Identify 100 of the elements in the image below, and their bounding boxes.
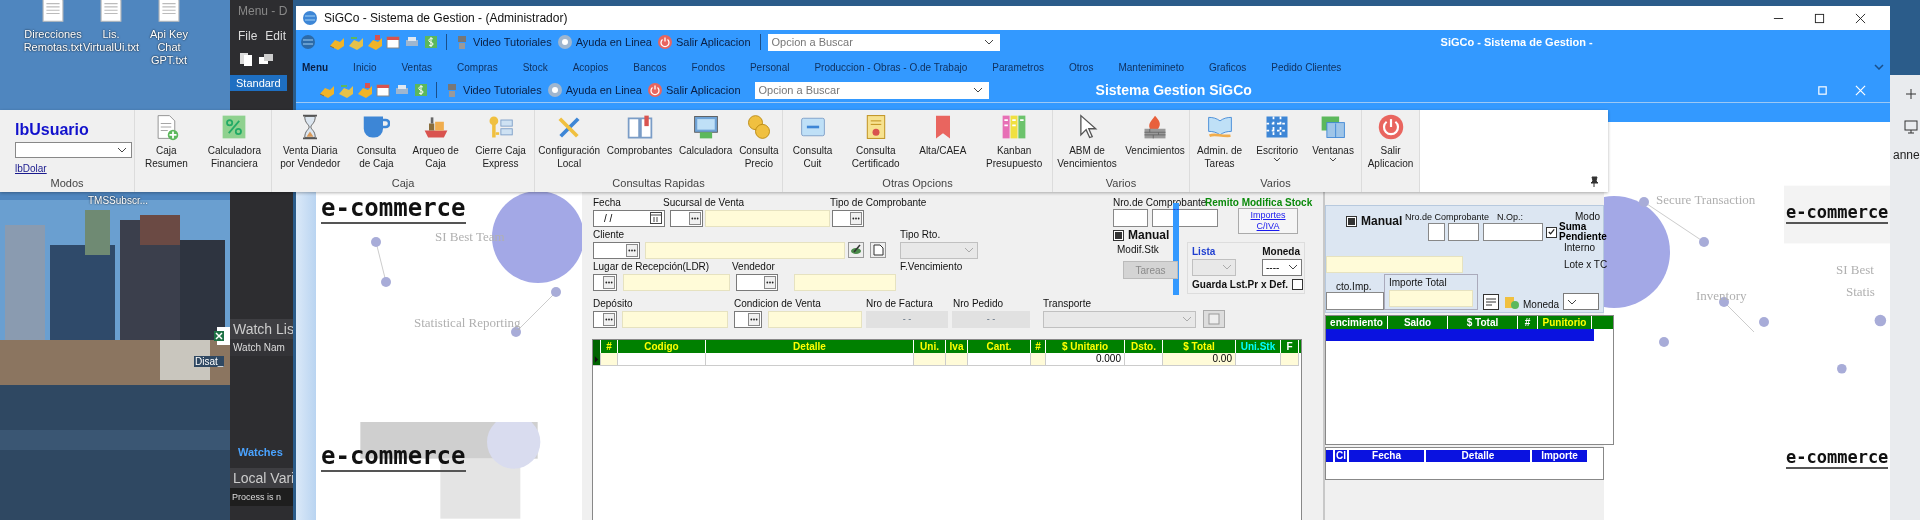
- ribbon-button[interactable]: Escritorio: [1255, 113, 1299, 170]
- panel-tab[interactable]: Watches: [230, 442, 293, 462]
- checkbox[interactable]: [1346, 215, 1357, 227]
- text-field[interactable]: [1152, 209, 1218, 227]
- ribbon-button[interactable]: Consulta Certificado: [850, 113, 901, 170]
- help-link[interactable]: Ayuda en Linea: [575, 36, 652, 48]
- exit-link[interactable]: Salir Aplicacion: [675, 36, 751, 48]
- menu-item[interactable]: File: [238, 29, 258, 43]
- ribbon-button[interactable]: Comprobantes: [605, 113, 674, 170]
- ribbon-button[interactable]: Venta Diaria por Vendedor: [279, 113, 342, 170]
- text-file-icon[interactable]: [42, 0, 64, 22]
- edit-icon[interactable]: [1203, 310, 1225, 328]
- menu-tab[interactable]: Pedido Clientes: [1271, 61, 1342, 73]
- menu-tab[interactable]: Produccion - Obras - O.de Trabajo: [814, 61, 968, 73]
- power-icon[interactable]: [656, 34, 673, 50]
- row-indicator[interactable]: [593, 353, 601, 366]
- menu-tab[interactable]: Graficos: [1209, 61, 1247, 73]
- help-icon[interactable]: [556, 34, 573, 50]
- browse-button[interactable]: [689, 211, 701, 225]
- lookup-field[interactable]: [670, 209, 703, 227]
- toolbar-tab[interactable]: Standard: [230, 75, 287, 91]
- lookup-field[interactable]: [593, 241, 640, 259]
- browse-button[interactable]: [764, 275, 776, 289]
- menu-tab[interactable]: Stock: [522, 61, 548, 73]
- text-field[interactable]: [1448, 223, 1479, 241]
- menu-tab[interactable]: Bancos: [633, 61, 667, 73]
- ribbon-button[interactable]: Caja Resumen: [143, 113, 189, 170]
- coins-icon[interactable]: [1504, 294, 1520, 310]
- text-field[interactable]: [1428, 223, 1445, 241]
- checkbox[interactable]: [1113, 229, 1124, 241]
- menu-tab[interactable]: Acopios: [572, 61, 609, 73]
- lookup-field[interactable]: [593, 273, 617, 291]
- ribbon-button[interactable]: Configuración Local: [537, 113, 602, 170]
- menu-tab[interactable]: Compras: [457, 61, 498, 73]
- ribbon-button[interactable]: Consulta Cuit: [791, 113, 834, 170]
- ribbon-button[interactable]: Vencimientos: [1124, 113, 1186, 170]
- calendar-icon[interactable]: [650, 212, 662, 224]
- ribbon-button[interactable]: Calculadora: [678, 113, 734, 170]
- maximize-icon[interactable]: [1814, 12, 1825, 24]
- dropdown-field[interactable]: [1563, 293, 1600, 310]
- checkbox[interactable]: [1292, 278, 1304, 290]
- video-tutorials-link[interactable]: Video Tutoriales: [463, 84, 542, 96]
- checklist-icon[interactable]: [1483, 294, 1499, 310]
- menu-tab[interactable]: Ventas: [401, 61, 433, 73]
- menu-tab[interactable]: Inicio: [353, 61, 377, 73]
- text-field[interactable]: [1483, 223, 1543, 241]
- ribbon-button[interactable]: Arqueo de Caja: [411, 113, 460, 170]
- ribbon-button[interactable]: Calculadora Financiera: [206, 113, 263, 170]
- lookup-field[interactable]: [832, 209, 864, 227]
- text-field[interactable]: [1326, 292, 1384, 310]
- ribbon-button[interactable]: Kanban Presupuesto: [985, 113, 1044, 170]
- menu-tab[interactable]: Otros: [1068, 61, 1094, 73]
- ribbon-button[interactable]: ABM de Vencimientos: [1056, 113, 1118, 170]
- date-field[interactable]: / /: [593, 209, 665, 227]
- browse-button[interactable]: [748, 312, 760, 326]
- video-tutorials-link[interactable]: Video Tutoriales: [473, 36, 552, 48]
- dollar-link[interactable]: lbDolar: [15, 163, 47, 174]
- pen-icon[interactable]: [848, 242, 864, 258]
- browse-button[interactable]: [603, 275, 615, 289]
- menu-tab[interactable]: Personal: [749, 61, 790, 73]
- globe-icon[interactable]: [300, 34, 316, 50]
- browse-button[interactable]: [626, 243, 638, 257]
- money-icon[interactable]: [413, 82, 429, 98]
- pin-icon[interactable]: [1588, 176, 1600, 188]
- ribbon-button[interactable]: Ventanas: [1311, 113, 1355, 170]
- lookup-field[interactable]: [734, 310, 762, 328]
- power-icon[interactable]: [646, 82, 663, 98]
- dropdown-field[interactable]: ----: [1262, 258, 1302, 276]
- ribbon-button[interactable]: Alta/CAEA: [918, 113, 968, 170]
- exit-link[interactable]: Salir Aplicacion: [665, 84, 741, 96]
- menu-tab[interactable]: Parametros: [992, 61, 1044, 73]
- menu-tab[interactable]: Menu: [302, 61, 329, 73]
- spreadsheet-icon[interactable]: [214, 327, 230, 345]
- ribbon-button[interactable]: Salir Aplicacion: [1366, 113, 1415, 170]
- ribbon-button[interactable]: Consulta de Caja: [355, 113, 398, 170]
- checkbox[interactable]: [1546, 226, 1557, 238]
- monitor-icon[interactable]: [1904, 120, 1918, 134]
- search-field[interactable]: Opcion a Buscar: [767, 33, 1000, 51]
- ribbon-button[interactable]: Consulta Precio: [738, 113, 780, 170]
- text-file-icon[interactable]: [100, 0, 122, 22]
- copy-icon[interactable]: [238, 51, 254, 67]
- text-field[interactable]: [1113, 209, 1148, 227]
- windows-icon[interactable]: [258, 51, 274, 67]
- money-icon[interactable]: [423, 34, 439, 50]
- dropdown-field[interactable]: [15, 142, 132, 158]
- plus-icon[interactable]: [1906, 89, 1916, 99]
- chevron-icon[interactable]: [1874, 64, 1884, 70]
- ribbon-button[interactable]: Cierre Caja Express: [474, 113, 527, 170]
- menu-tab[interactable]: Mantenimineto: [1118, 61, 1184, 73]
- document-icon[interactable]: [870, 242, 886, 258]
- menu-tab[interactable]: Fondos: [691, 61, 725, 73]
- lookup-field[interactable]: [593, 310, 617, 328]
- help-icon[interactable]: [546, 82, 563, 98]
- lookup-field[interactable]: [736, 273, 778, 291]
- help-link[interactable]: Ayuda en Linea: [565, 84, 642, 96]
- importes-button[interactable]: Importes C/IVA: [1238, 208, 1298, 234]
- search-field[interactable]: Opcion a Buscar: [754, 81, 989, 99]
- ribbon-button[interactable]: Admin. de Tareas: [1196, 113, 1244, 170]
- browse-button[interactable]: [850, 211, 862, 225]
- menu-item[interactable]: Edit: [265, 29, 287, 43]
